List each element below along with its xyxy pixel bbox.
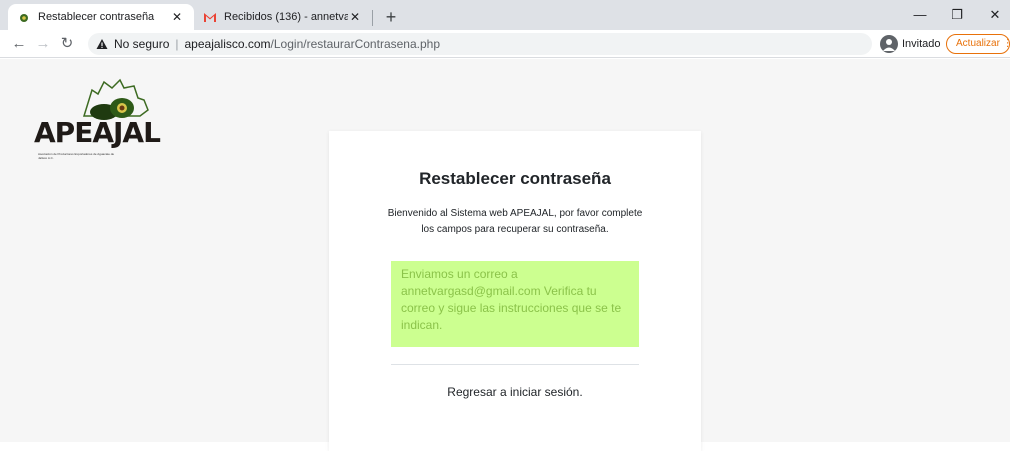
- warning-icon: [96, 39, 108, 49]
- back-to-login-link[interactable]: Regresar a iniciar sesión.: [329, 385, 701, 399]
- logo-subtitle: Asociación de Productores Exportadores d…: [38, 152, 115, 160]
- tab-title: Restablecer contraseña: [38, 11, 155, 23]
- tab-gmail[interactable]: Recibidos (136) - annetvargasd@ ✕: [194, 4, 372, 30]
- forward-arrow-icon[interactable]: →: [32, 33, 54, 55]
- gmail-icon: [204, 11, 216, 23]
- new-tab-button[interactable]: +: [380, 6, 402, 28]
- url-separator: |: [175, 37, 179, 51]
- reload-icon[interactable]: ↻: [56, 33, 78, 55]
- browser-toolbar: ← → ↻ No seguro | apeajalisco.com /Login…: [0, 30, 1010, 58]
- close-tab-icon[interactable]: ✕: [348, 10, 362, 24]
- apeajal-logo: APEAJAL Asociación de Productores Export…: [34, 76, 164, 176]
- not-secure-label[interactable]: No seguro: [114, 37, 169, 51]
- reset-password-card: Restablecer contraseña Bienvenido al Sis…: [329, 131, 701, 451]
- tab-separator: [372, 10, 373, 26]
- update-button[interactable]: Actualizar ⋮: [946, 34, 1010, 54]
- card-description: Bienvenido al Sistema web APEAJAL, por f…: [387, 208, 643, 235]
- address-bar[interactable]: No seguro | apeajalisco.com /Login/resta…: [88, 33, 872, 55]
- page-title: Restablecer contraseña: [419, 169, 611, 188]
- apeajal-favicon-icon: [18, 11, 30, 23]
- profile-avatar-icon: [880, 35, 898, 53]
- success-alert: Enviamos un correo a annetvargasd@gmail.…: [391, 261, 639, 347]
- profile-button[interactable]: Invitado: [880, 34, 941, 54]
- page-content: APEAJAL Asociación de Productores Export…: [0, 59, 1010, 451]
- close-window-icon[interactable]: ✕: [980, 4, 1010, 26]
- profile-label: Invitado: [902, 38, 941, 50]
- tab-title: Recibidos (136) - annetvargasd@: [224, 11, 348, 23]
- minimize-icon[interactable]: —: [905, 4, 935, 26]
- url-host: apeajalisco.com: [184, 37, 271, 51]
- tab-restablecer[interactable]: Restablecer contraseña ✕: [8, 4, 194, 30]
- restore-icon[interactable]: ❐: [942, 4, 972, 26]
- url-path: /Login/restaurarContrasena.php: [270, 37, 440, 51]
- back-arrow-icon[interactable]: ←: [8, 33, 30, 55]
- divider: [391, 364, 639, 365]
- tab-strip: Restablecer contraseña ✕ Recibidos (136)…: [0, 0, 1010, 30]
- close-tab-icon[interactable]: ✕: [170, 10, 184, 24]
- logo-text: APEAJAL: [34, 116, 161, 149]
